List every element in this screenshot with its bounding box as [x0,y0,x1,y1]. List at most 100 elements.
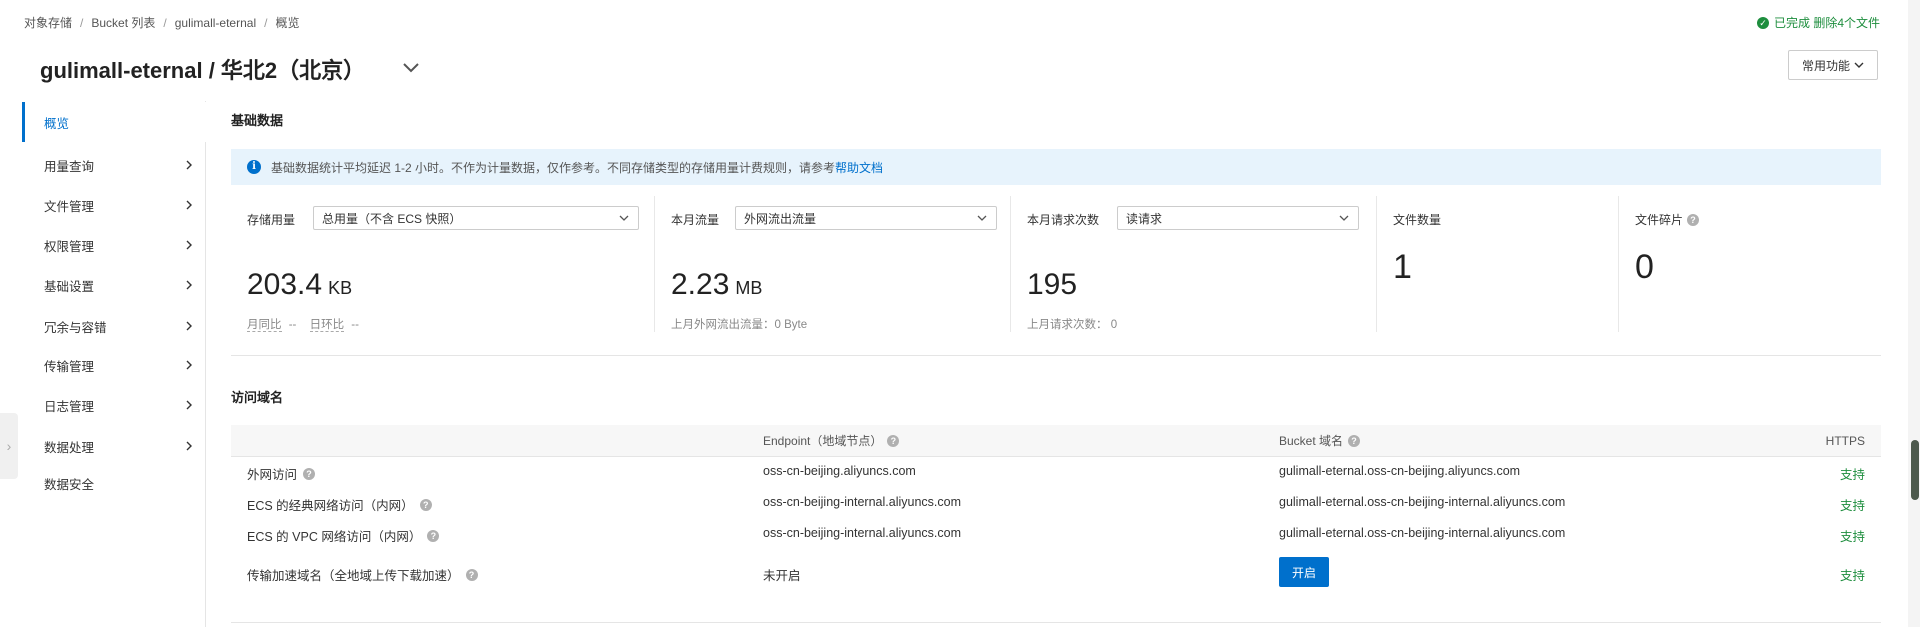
https-support-link[interactable]: 支持 [1840,495,1865,514]
sidebar-item-label: 基础设置 [44,279,95,294]
sidebar-item-label: 数据安全 [44,477,95,492]
bucket-domain-header-text: Bucket 域名 [1279,434,1344,448]
domain-row-name: 外网访问? [247,464,316,483]
chevron-right-icon [186,360,192,370]
sidebar-item-label: 数据处理 [44,440,95,455]
sidebar-item[interactable]: 数据处理 [22,426,206,466]
scrollbar-track[interactable] [1908,0,1920,627]
sidebar-item[interactable]: 传输管理 [22,345,206,385]
https-support-link[interactable]: 支持 [1840,565,1865,584]
help-icon[interactable]: ? [465,568,478,581]
task-status-text: 已完成 删除4个文件 [1773,16,1880,30]
domain-row: ECS 的经典网络访问（内网）? oss-cn-beijing-internal.… [231,492,1881,514]
sidebar: 概览 用量查询文件管理权限管理基础设置冗余与容错传输管理日志管理数据处理数据安全 [22,101,206,627]
divider [231,355,1881,356]
traffic-type-value: 外网流出流量 [744,211,817,226]
domain-row-name: 传输加速域名（全地域上传下载加速）? [247,565,478,584]
divider [231,622,1881,623]
domain-row-bucket-domain: gulimall-eternal.oss-cn-beijing-internal… [1279,495,1566,509]
sidebar-item[interactable]: 文件管理 [22,185,206,225]
help-icon[interactable]: ? [1348,435,1361,447]
chevron-right-icon [186,240,192,250]
common-functions-button[interactable]: 常用功能 [1788,50,1878,80]
mom-value: -- [288,319,297,331]
scrollbar-thumb[interactable] [1911,440,1919,500]
sidebar-item-label: 文件管理 [44,199,95,214]
requests-value: 195 [1027,268,1078,301]
domain-row-endpoint: oss-cn-beijing.aliyuncs.com [763,464,916,478]
traffic-card: 本月流量 外网流出流量 2.23 MB 上月外网流出流量：0 Byte [655,196,1011,332]
common-functions-label: 常用功能 [1801,58,1850,73]
domain-row-name-text: 传输加速域名（全地域上传下载加速） [247,569,460,583]
request-type-value: 读请求 [1126,211,1163,226]
chevron-down-icon[interactable] [400,56,422,78]
chevron-right-icon [186,321,192,331]
breadcrumb-oss[interactable]: 对象存储 [24,16,72,30]
domain-row-name-text: ECS 的 VPC 网络访问（内网） [247,530,422,544]
domain-row-endpoint: oss-cn-beijing-internal.aliyuncs.com [763,526,961,540]
domain-row-name-text: ECS 的经典网络访问（内网） [247,499,414,513]
help-doc-link[interactable]: 帮助文档 [835,159,883,176]
request-type-select[interactable]: 读请求 [1117,206,1359,230]
file-fragments-card: 文件碎片? 0 [1619,196,1881,332]
basic-data-title: 基础数据 [231,113,284,128]
enable-acceleration-button[interactable]: 开启 [1279,557,1329,587]
chevron-right-icon [186,441,192,451]
breadcrumb-separator: / [163,16,167,30]
sidebar-item[interactable]: 数据安全 [22,463,206,503]
sidebar-item-label: 冗余与容错 [44,320,107,335]
domain-row-name: ECS 的经典网络访问（内网）? [247,495,432,514]
bucket-domain-header: Bucket 域名? [1279,425,1361,457]
traffic-value: 2.23 MB [671,268,762,302]
chevron-right-icon [186,200,192,210]
sidebar-item[interactable]: 冗余与容错 [22,306,206,346]
page-title: gulimall-eternal / 华北2（北京） [40,58,366,83]
file-count-value: 1 [1393,248,1412,286]
help-icon[interactable]: ? [1687,213,1700,226]
traffic-number: 2.23 [671,268,730,301]
file-fragments-text: 文件碎片 [1635,213,1684,227]
https-support-link[interactable]: 支持 [1840,526,1865,545]
requests-card: 本月请求次数 读请求 195 上月请求次数： 0 [1011,196,1377,332]
traffic-type-select[interactable]: 外网流出流量 [735,206,997,230]
info-icon: i [247,160,261,174]
storage-usage-compare: 月同比 -- 日环比 -- [247,316,359,332]
breadcrumb-current: 概览 [275,16,300,30]
traffic-label: 本月流量 [671,213,720,227]
info-notice-text: 基础数据统计平均延迟 1-2 小时。不作为计量数据，仅作参考。不同存储类型的存储… [271,160,836,175]
help-icon[interactable]: ? [427,529,440,542]
breadcrumb-separator: / [80,16,84,30]
dod-label: 日环比 [309,319,345,332]
chevron-right-icon [186,400,192,410]
storage-type-value: 总用量（不含 ECS 快照） [322,211,462,226]
storage-usage-number: 203.4 [247,268,323,301]
storage-type-select[interactable]: 总用量（不含 ECS 快照） [313,206,639,230]
storage-usage-card: 存储用量 总用量（不含 ECS 快照） 203.4 KB 月同比 -- 日环比 -… [231,196,655,332]
breadcrumb-separator: / [264,16,268,30]
file-fragments-label: 文件碎片? [1635,211,1700,228]
chevron-down-icon [1339,215,1349,221]
https-support-link[interactable]: 支持 [1840,464,1865,483]
task-status[interactable]: ✓ 已完成 删除4个文件 [1756,14,1880,31]
breadcrumb-bucket[interactable]: gulimall-eternal [175,16,256,30]
sidebar-item[interactable]: 权限管理 [22,225,206,265]
sidebar-item[interactable]: 日志管理 [22,385,206,425]
sidebar-item[interactable]: 概览 [22,102,206,142]
chevron-right-icon [186,160,192,170]
domains-table-header: Endpoint（地域节点）? Bucket 域名? HTTPS [231,425,1881,457]
breadcrumb-bucket-list[interactable]: Bucket 列表 [91,16,155,30]
help-icon[interactable]: ? [419,498,432,511]
https-header: HTTPS [1825,434,1865,448]
sidebar-item[interactable]: 用量查询 [22,145,206,185]
domain-row-name-text: 外网访问 [247,468,298,482]
sidebar-item[interactable]: 基础设置 [22,265,206,305]
help-icon[interactable]: ? [303,467,316,480]
domain-row-endpoint: oss-cn-beijing-internal.aliyuncs.com [763,495,961,509]
traffic-unit: MB [735,278,763,298]
sidebar-item-label: 日志管理 [44,399,95,414]
storage-usage-unit: KB [328,278,353,298]
sidebar-expand-handle[interactable]: › [0,413,18,479]
chevron-down-icon [619,215,629,221]
help-icon[interactable]: ? [887,435,900,447]
breadcrumb: 对象存储 / Bucket 列表 / gulimall-eternal / 概览 [24,14,299,31]
